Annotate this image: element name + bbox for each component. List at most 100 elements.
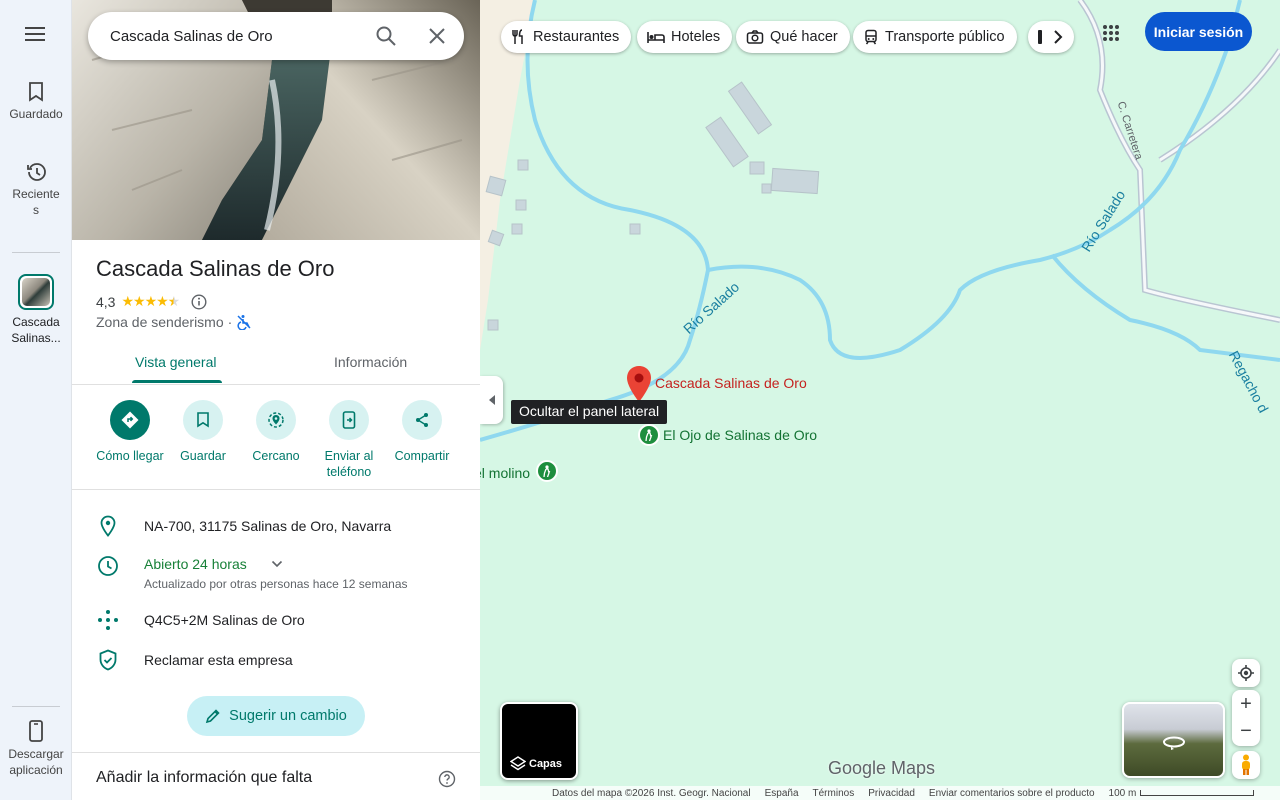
- poi-marker[interactable]: [638, 424, 660, 446]
- poi-marker[interactable]: [536, 460, 558, 482]
- suggest-edit-label: Sugerir un cambio: [229, 708, 347, 724]
- search-input[interactable]: [110, 24, 360, 48]
- map-footer: Datos del mapa ©2026 Inst. Geogr. Nacion…: [480, 786, 1280, 800]
- poi-label[interactable]: el molino: [480, 465, 530, 481]
- recent-place-thumbnail: [18, 274, 54, 310]
- chip-label: Transporte público: [885, 29, 1005, 45]
- rail-download-app[interactable]: Descargar aplicación: [0, 720, 72, 778]
- chip-more[interactable]: [1028, 21, 1074, 53]
- hours-note: Actualizado por otras personas hace 12 s…: [144, 577, 408, 591]
- save-button[interactable]: Guardar: [163, 398, 243, 464]
- hiking-icon: [645, 429, 653, 441]
- apps-button[interactable]: [1098, 20, 1124, 46]
- hotel-icon: [647, 32, 665, 43]
- rail-saved[interactable]: Guardado: [0, 82, 72, 122]
- chip-restaurants[interactable]: Restaurantes: [501, 21, 632, 53]
- tab-overview[interactable]: Vista general: [135, 354, 216, 370]
- tooltip: Ocultar el panel lateral: [511, 400, 668, 424]
- feedback-link[interactable]: Enviar comentarios sobre el producto: [929, 788, 1095, 799]
- scale-bar[interactable]: 100 m: [1109, 788, 1255, 799]
- directions-button[interactable]: Cómo llegar: [90, 398, 170, 464]
- add-missing-info-heading: Añadir la información que falta: [96, 769, 313, 786]
- bookmark-icon: [197, 412, 209, 428]
- directions-icon: [121, 411, 139, 429]
- tab-about[interactable]: Información: [334, 354, 407, 370]
- country-link[interactable]: España: [765, 788, 799, 799]
- rating-row[interactable]: 4,3 ★★★★★: [96, 293, 207, 310]
- terms-link[interactable]: Términos: [813, 788, 855, 799]
- chip-label: Hoteles: [671, 29, 721, 45]
- address-row[interactable]: NA-700, 31175 Salinas de Oro, Navarra: [72, 514, 480, 538]
- place-category[interactable]: Zona de senderismo: [96, 314, 224, 330]
- my-location-button[interactable]: [1232, 659, 1260, 687]
- layers-button[interactable]: Capas: [500, 702, 578, 780]
- chevron-down-icon[interactable]: [271, 560, 283, 568]
- collapse-panel-button[interactable]: [480, 376, 503, 424]
- layers-label: Capas: [529, 758, 563, 770]
- rating-stars: ★★★★★: [121, 293, 180, 309]
- plus-code-icon: [98, 610, 118, 630]
- zoom-in-icon[interactable]: +: [1240, 690, 1252, 718]
- rail-label: Reciente s: [12, 187, 60, 217]
- address-text: NA-700, 31175 Salinas de Oro, Navarra: [144, 518, 392, 534]
- hours-row[interactable]: Abierto 24 horas Actualizado por otras p…: [72, 554, 480, 594]
- history-icon: [27, 163, 46, 181]
- chip-things-to-do[interactable]: Qué hacer: [736, 21, 850, 53]
- place-pin[interactable]: [626, 366, 652, 402]
- hiking-icon: [543, 465, 551, 477]
- rail-label: Descargar aplicación: [8, 747, 64, 777]
- rotate-360-icon: [1163, 736, 1185, 750]
- rail-label: Cascada Salinas...: [11, 315, 61, 345]
- info-icon[interactable]: [191, 293, 207, 310]
- action-label: Cercano: [252, 449, 300, 463]
- category-separator: ·: [227, 314, 233, 330]
- pencil-icon: [205, 709, 220, 724]
- search-icon[interactable]: [374, 24, 398, 48]
- plus-code-row[interactable]: Q4C5+2M Salinas de Oro: [72, 608, 480, 632]
- chip-label: Qué hacer: [770, 29, 838, 45]
- chip-hotels[interactable]: Hoteles: [637, 21, 733, 53]
- category-row: Zona de senderismo ·: [96, 314, 252, 330]
- pegman-button[interactable]: [1232, 751, 1260, 779]
- active-tab-indicator: [132, 380, 222, 383]
- rail-recent-place[interactable]: Cascada Salinas...: [0, 274, 72, 346]
- suggest-edit-button[interactable]: Sugerir un cambio: [187, 696, 365, 736]
- share-button[interactable]: Compartir: [382, 398, 462, 464]
- help-icon[interactable]: [438, 770, 456, 788]
- clock-icon: [98, 556, 118, 576]
- action-buttons: Cómo llegar Guardar Cercano Enviar al te…: [72, 398, 480, 490]
- menu-icon: [25, 27, 45, 41]
- nearby-button[interactable]: Cercano: [236, 398, 316, 464]
- nav-rail: Guardado Reciente s Cascada Salinas... D…: [0, 0, 72, 800]
- poi-label[interactable]: El Ojo de Salinas de Oro: [663, 427, 817, 443]
- close-icon[interactable]: [425, 24, 449, 48]
- google-maps-logo: Google Maps: [828, 758, 936, 778]
- rail-divider: [12, 252, 60, 253]
- place-tabs: Vista general Información: [72, 340, 480, 385]
- sign-in-button[interactable]: Iniciar sesión: [1145, 12, 1252, 51]
- chips-scroll-right-button[interactable]: [1044, 23, 1072, 51]
- caret-left-icon: [488, 395, 495, 405]
- send-to-phone-button[interactable]: Enviar al teléfono: [309, 398, 389, 480]
- street-view-thumbnail[interactable]: [1122, 702, 1225, 778]
- camera-icon: [746, 30, 764, 44]
- action-label: Guardar: [180, 449, 226, 463]
- privacy-link[interactable]: Privacidad: [868, 788, 915, 799]
- apps-grid-icon: [1103, 25, 1119, 41]
- zoom-out-icon[interactable]: −: [1240, 718, 1252, 746]
- pin-label[interactable]: Cascada Salinas de Oro: [655, 375, 807, 391]
- menu-button[interactable]: [24, 26, 48, 46]
- rail-recent[interactable]: Reciente s: [0, 162, 72, 218]
- chip-transit[interactable]: Transporte público: [853, 21, 1017, 53]
- claim-business-row[interactable]: Reclamar esta empresa: [72, 648, 480, 672]
- plus-code-text: Q4C5+2M Salinas de Oro: [144, 612, 305, 628]
- hours-status: Abierto 24 horas: [144, 556, 247, 572]
- not-wheelchair-accessible-icon: [237, 315, 251, 330]
- search-box: [88, 12, 464, 60]
- chevron-right-icon: [1054, 30, 1063, 44]
- place-panel: Cascada Salinas de Oro 4,3 ★★★★★ Zona de…: [72, 0, 480, 800]
- action-label: Compartir: [394, 449, 450, 463]
- location-pin-icon: [100, 515, 116, 537]
- chip-partial-icon: [1038, 30, 1042, 44]
- my-location-icon: [1238, 665, 1254, 681]
